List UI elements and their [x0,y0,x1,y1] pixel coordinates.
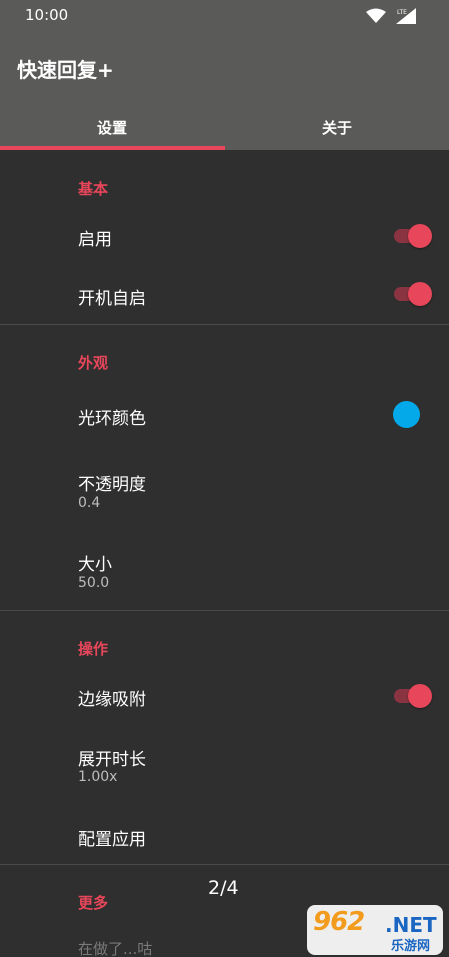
switch-thumb [408,684,432,708]
tab-about[interactable]: 关于 [225,104,449,150]
section-header-basic: 基本 [78,180,109,198]
pref-edge-snap-title: 边缘吸附 [78,690,146,710]
pref-boot-start-title: 开机自启 [78,289,146,309]
section-header-more: 更多 [78,894,109,912]
status-time: 10:00 [25,6,69,24]
section-header-operation: 操作 [78,640,109,658]
pref-ring-color-title: 光环颜色 [78,409,146,429]
network-type-label: LTE [397,9,407,16]
ring-color-swatch[interactable] [393,401,420,428]
enable-switch[interactable] [394,224,432,248]
watermark-net: .NET [385,913,437,937]
page-indicator: 2/4 [208,877,239,899]
app-bar: 10:00 LTE 快速回复+ 设置 关于 [0,0,449,150]
pref-size-value: 50.0 [78,575,110,591]
tab-indicator [0,146,225,150]
watermark-main: 962 [313,907,365,937]
watermark-logo: 962 .NET 乐游网 [307,905,443,955]
pref-edge-snap[interactable]: 边缘吸附 [0,670,449,725]
section-divider [0,864,449,865]
pref-configure-apps[interactable]: 配置应用 [0,810,449,862]
watermark-sub: 乐游网 [391,939,431,954]
pref-opacity-value: 0.4 [78,495,101,511]
section-divider [0,610,449,611]
section-divider [0,324,449,325]
pref-expand-duration-value: 1.00x [78,769,118,785]
edge-snap-switch[interactable] [394,684,432,708]
tab-bar: 设置 关于 [0,104,449,150]
wifi-signal-battery-icon: LTE [366,8,416,24]
pref-opacity-title: 不透明度 [78,475,146,495]
pref-opacity[interactable]: 不透明度 0.4 [0,460,449,522]
section-header-appearance: 外观 [78,354,109,372]
pref-boot-start[interactable]: 开机自启 [0,268,449,323]
pref-todo-title: 在做了...咕 [78,940,153,957]
pref-size-title: 大小 [78,555,112,575]
tab-settings[interactable]: 设置 [0,104,224,150]
switch-thumb [408,224,432,248]
pref-expand-duration-title: 展开时长 [78,750,146,770]
pref-enable-title: 启用 [78,230,112,250]
switch-thumb [408,282,432,306]
pref-expand-duration[interactable]: 展开时长 1.00x [0,735,449,797]
status-bar: 10:00 LTE [0,0,449,30]
pref-enable[interactable]: 启用 [0,210,449,265]
pref-configure-apps-title: 配置应用 [78,830,146,850]
pref-ring-color[interactable]: 光环颜色 [0,385,449,445]
app-title: 快速回复+ [17,58,114,82]
pref-size[interactable]: 大小 50.0 [0,540,449,602]
boot-start-switch[interactable] [394,282,432,306]
wifi-icon [366,8,386,23]
